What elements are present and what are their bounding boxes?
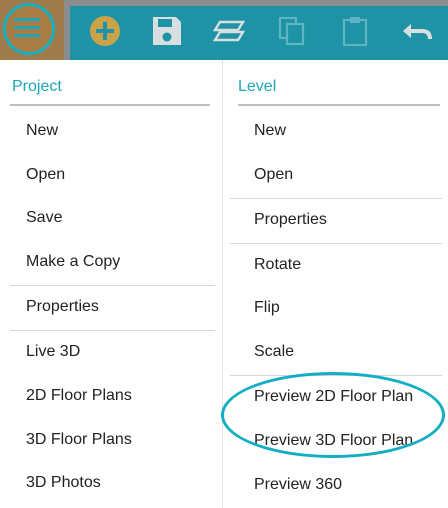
separator: [230, 198, 442, 199]
project-header-rule: [10, 104, 210, 106]
menu-item-3d-floor-plans[interactable]: 3D Floor Plans: [26, 431, 132, 449]
menu-item-live-3d[interactable]: Live 3D: [26, 343, 80, 361]
toolbar: [0, 0, 448, 60]
menu-item-project-properties[interactable]: Properties: [26, 298, 99, 316]
menu-button[interactable]: [0, 0, 64, 60]
separator: [230, 243, 442, 244]
column-divider: [222, 60, 223, 508]
menu-item-scale[interactable]: Scale: [254, 343, 294, 361]
menu-item-flip[interactable]: Flip: [254, 299, 280, 317]
project-menu: Project New Open Save Make a Copy Proper…: [0, 60, 222, 508]
menu-item-new-level[interactable]: New: [254, 122, 286, 140]
menu-item-make-a-copy[interactable]: Make a Copy: [26, 253, 120, 271]
add-icon[interactable]: [88, 14, 122, 48]
level-header: Level: [238, 78, 277, 95]
undo-icon[interactable]: [400, 14, 434, 48]
menu-item-level-properties[interactable]: Properties: [254, 211, 327, 229]
toolbar-strip: [70, 6, 448, 60]
menu-item-open-level[interactable]: Open: [254, 166, 293, 184]
copy-icon[interactable]: [276, 14, 310, 48]
menu-item-rotate[interactable]: Rotate: [254, 256, 301, 274]
separator: [10, 330, 215, 331]
highlight-annotation: [221, 372, 445, 458]
menu-item-save-project[interactable]: Save: [26, 209, 62, 227]
paste-icon[interactable]: [338, 14, 372, 48]
layers-icon[interactable]: [212, 14, 246, 48]
menu-item-open-project[interactable]: Open: [26, 166, 65, 184]
save-icon[interactable]: [150, 14, 184, 48]
hamburger-menu-icon: [14, 18, 40, 37]
level-header-rule: [238, 104, 440, 106]
menu-item-2d-floor-plans[interactable]: 2D Floor Plans: [26, 387, 132, 405]
menu-item-new-project[interactable]: New: [26, 122, 58, 140]
menu-item-3d-photos[interactable]: 3D Photos: [26, 474, 101, 492]
menu-item-preview-360[interactable]: Preview 360: [254, 476, 342, 494]
separator: [10, 285, 215, 286]
project-header: Project: [12, 78, 62, 95]
